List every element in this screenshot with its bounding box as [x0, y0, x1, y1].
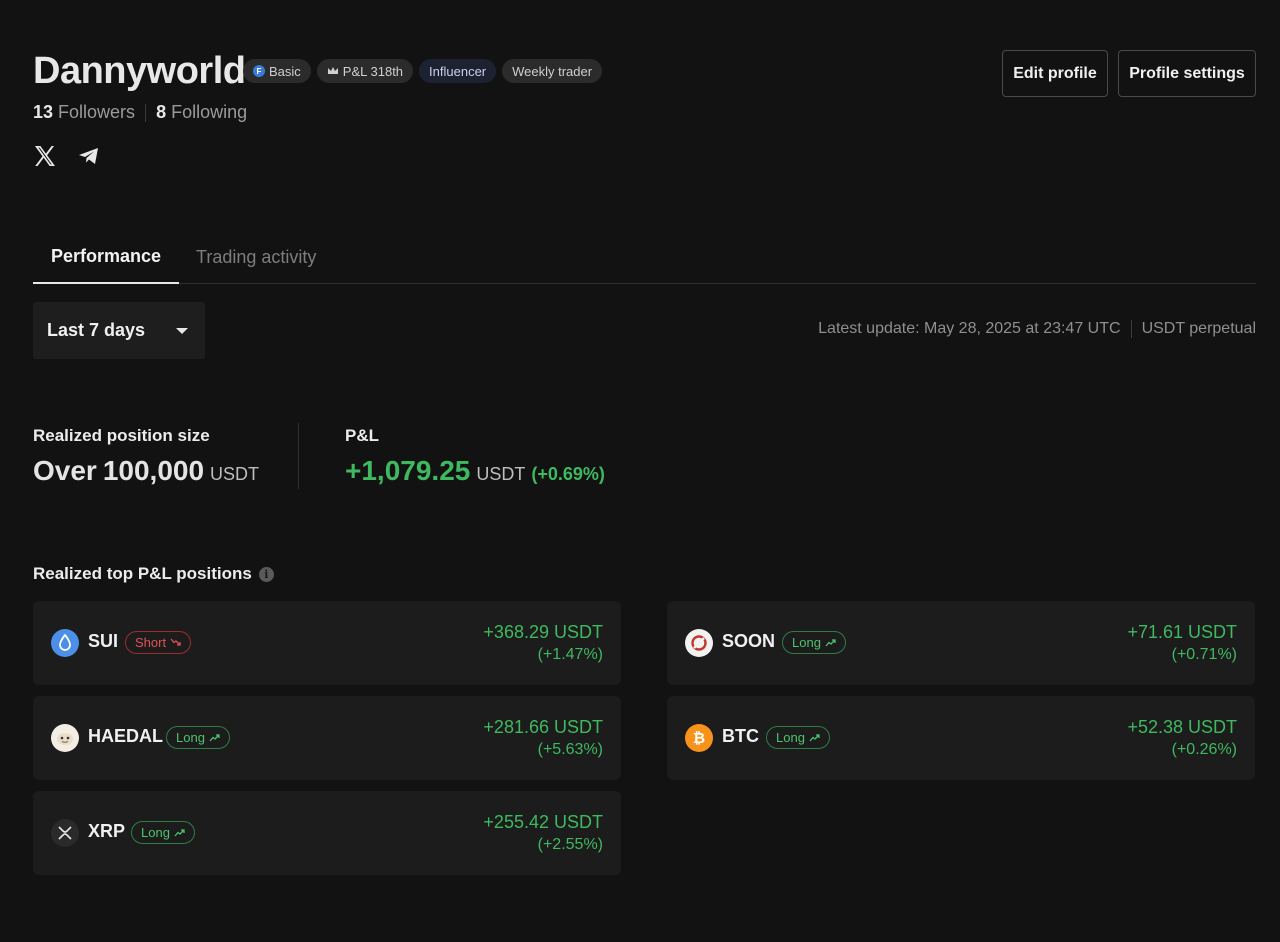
top-positions-title-text: Realized top P&L positions [33, 564, 252, 583]
pnl-percent: (+0.69%) [531, 464, 605, 484]
position-card-sui[interactable]: SUI Short +368.29 USDT (+1.47%) [33, 601, 621, 685]
badge-basic[interactable]: F Basic [243, 59, 311, 83]
position-size-unit: USDT [210, 464, 260, 484]
trend-up-icon [209, 730, 220, 745]
btc-coin-icon: ₿ [685, 724, 713, 752]
social-links [33, 144, 101, 168]
top-positions-title: Realized top P&L positions i [33, 564, 274, 584]
following-link[interactable]: 8 Following [156, 102, 247, 123]
market-type: USDT perpetual [1141, 320, 1256, 337]
divider [1130, 320, 1132, 338]
tab-bar: Performance Trading activity [33, 230, 1256, 284]
tab-trading-activity[interactable]: Trading activity [178, 230, 334, 284]
pnl-amount: +1,079.25 [345, 455, 471, 486]
pnl-unit: USDT [476, 464, 526, 484]
coin-name: SOON [722, 631, 776, 651]
trend-down-icon [170, 635, 181, 650]
side-tag-short: Short [125, 631, 192, 654]
side-tag-long: Long [766, 726, 830, 749]
position-pnl: +255.42 USDT (+2.55%) [483, 811, 603, 857]
badge-influencer-label: Influencer [429, 63, 487, 79]
position-pnl: +281.66 USDT (+5.63%) [483, 716, 603, 762]
badge-weekly-trader-label: Weekly trader [512, 63, 593, 79]
position-pnl-amount: +368.29 USDT [483, 622, 603, 642]
side-label: Long [176, 730, 205, 745]
position-pnl-amount: +52.38 USDT [1127, 717, 1237, 737]
tab-performance[interactable]: Performance [33, 230, 180, 284]
badge-basic-label: Basic [269, 63, 301, 79]
position-pnl-amount: +71.61 USDT [1127, 622, 1237, 642]
soon-coin-icon [685, 629, 713, 657]
x-icon[interactable] [33, 144, 57, 168]
badge-weekly-trader[interactable]: Weekly trader [502, 59, 603, 83]
coin-name: SUI [88, 631, 119, 651]
position-pnl-amount: +281.66 USDT [483, 717, 603, 737]
position-pnl: +368.29 USDT (+1.47%) [483, 621, 603, 667]
followers-label: Followers [58, 102, 136, 122]
following-count: 8 [156, 102, 167, 122]
position-pnl: +71.61 USDT (+0.71%) [1127, 621, 1237, 667]
edit-profile-button[interactable]: Edit profile [1002, 50, 1108, 97]
side-tag-long: Long [131, 821, 195, 844]
update-info: Latest update: May 28, 2025 at 23:47 UTC… [818, 320, 1256, 338]
trend-up-icon [174, 825, 185, 840]
side-label: Short [135, 635, 167, 650]
position-pnl-percent: (+0.71%) [1171, 646, 1237, 663]
trend-up-icon [809, 730, 820, 745]
position-size-label: Realized position size [33, 426, 210, 445]
position-card-xrp[interactable]: XRP Long +255.42 USDT (+2.55%) [33, 791, 621, 875]
position-pnl-amount: +255.42 USDT [483, 812, 603, 832]
badge-pnl-rank[interactable]: P&L 318th [316, 59, 414, 83]
profile-settings-button[interactable]: Profile settings [1118, 50, 1256, 97]
side-tag-long: Long [782, 631, 846, 654]
period-dropdown[interactable]: Last 7 days [33, 302, 205, 359]
position-card-btc[interactable]: ₿ BTC Long +52.38 USDT (+0.26%) [667, 696, 1255, 780]
position-pnl-percent: (+1.47%) [537, 646, 603, 663]
haedal-coin-icon [51, 724, 79, 752]
pnl-label: P&L [345, 426, 379, 445]
telegram-icon[interactable] [77, 144, 101, 168]
position-size-value: Over 100,000 USDT [33, 455, 259, 487]
divider [145, 103, 147, 122]
badge-pnl-rank-label: P&L 318th [342, 63, 404, 79]
caret-down-icon [176, 328, 188, 334]
side-label: Long [792, 635, 821, 650]
pnl-value: +1,079.25 USDT (+0.69%) [345, 455, 605, 487]
position-pnl-percent: (+0.26%) [1171, 741, 1237, 758]
trend-up-icon [825, 635, 836, 650]
position-card-soon[interactable]: SOON Long +71.61 USDT (+0.71%) [667, 601, 1255, 685]
position-size-prefix: Over [33, 455, 97, 486]
basic-tier-icon: F [253, 65, 265, 77]
badge-influencer[interactable]: Influencer [419, 59, 497, 83]
position-size-amount: 100,000 [102, 455, 205, 486]
followers-count: 13 [33, 102, 54, 122]
coin-name: XRP [88, 821, 126, 841]
followers-link[interactable]: 13 Followers [33, 102, 135, 123]
side-tag-long: Long [166, 726, 230, 749]
coin-name: BTC [722, 726, 759, 746]
stats-divider [298, 423, 299, 489]
xrp-coin-icon [51, 819, 79, 847]
following-label: Following [171, 102, 248, 122]
position-pnl-percent: (+2.55%) [537, 836, 603, 853]
position-pnl-percent: (+5.63%) [537, 741, 603, 758]
period-dropdown-value: Last 7 days [47, 320, 146, 340]
profile-name: Dannyworld [33, 50, 246, 92]
side-label: Long [776, 730, 805, 745]
follow-stats: 13 Followers 8 Following [33, 102, 247, 123]
crown-icon [327, 64, 339, 79]
latest-update-text: Latest update: May 28, 2025 at 23:47 UTC [818, 320, 1121, 337]
side-label: Long [141, 825, 170, 840]
sui-coin-icon [51, 629, 79, 657]
position-card-haedal[interactable]: HAEDAL Long +281.66 USDT (+5.63%) [33, 696, 621, 780]
coin-name: HAEDAL [88, 726, 163, 746]
info-icon[interactable]: i [258, 566, 274, 582]
position-pnl: +52.38 USDT (+0.26%) [1127, 716, 1237, 762]
profile-badges: F Basic P&L 318th Influencer Weekly trad… [243, 59, 603, 83]
